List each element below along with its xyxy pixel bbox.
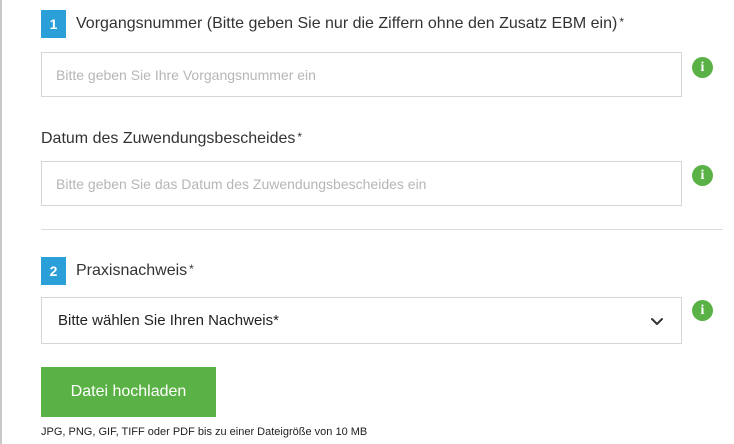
info-icon[interactable]: i [692,300,713,321]
file-hint: JPG, PNG, GIF, TIFF oder PDF bis zu eine… [41,426,368,438]
section-1-header: 1 Vorgangsnummer (Bitte geben Sie nur di… [41,10,624,38]
section-divider [41,229,723,230]
datum-label-text: Datum des Zuwendungsbescheides [41,130,296,147]
info-icon[interactable]: i [692,57,713,78]
praxisnachweis-select[interactable]: Bitte wählen Sie Ihren Nachweis* [41,297,682,344]
step-badge-1: 1 [41,10,66,38]
upload-button[interactable]: Datei hochladen [41,367,216,417]
datum-input[interactable] [41,161,682,206]
vorgangsnummer-label-text: Vorgangsnummer (Bitte geben Sie nur die … [76,15,618,32]
left-border [0,0,2,444]
info-icon[interactable]: i [692,165,713,186]
required-mark: * [297,130,303,144]
datum-label: Datum des Zuwendungsbescheides * [41,130,302,148]
vorgangsnummer-label: Vorgangsnummer (Bitte geben Sie nur die … [76,15,624,33]
praxisnachweis-label-text: Praxisnachweis [76,262,188,279]
required-mark: * [619,15,625,29]
vorgangsnummer-input[interactable] [41,52,682,97]
select-value: Bitte wählen Sie Ihren Nachweis* [58,312,279,329]
chevron-down-icon [651,317,663,325]
required-mark: * [189,262,194,276]
praxisnachweis-label: Praxisnachweis * [76,262,194,280]
step-badge-2: 2 [41,257,66,285]
section-2-header: 2 Praxisnachweis * [41,257,194,285]
